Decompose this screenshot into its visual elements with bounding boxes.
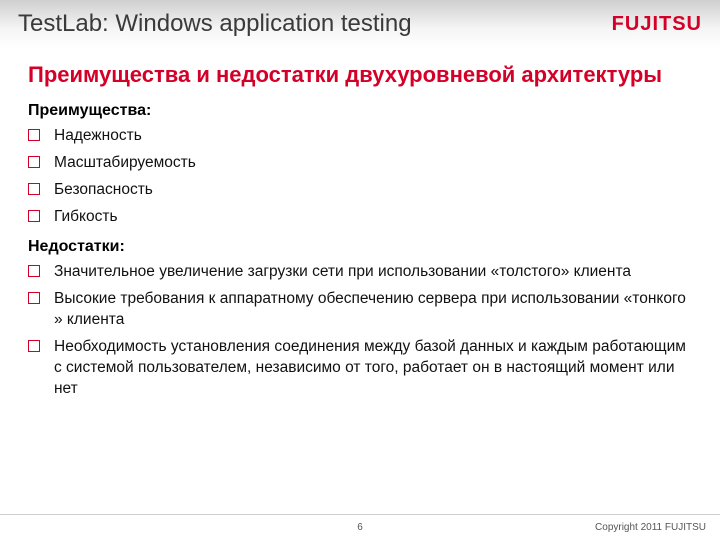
brand-logo: FUJITSU [612,13,702,36]
disadvantages-list: Значительное увеличение загрузки сети пр… [28,262,692,400]
list-item: Высокие требования к аппаратному обеспеч… [28,289,692,331]
bullet-text: Высокие требования к аппаратному обеспеч… [54,289,692,331]
bullet-text: Необходимость установления соединения ме… [54,337,692,400]
advantages-list: Надежность Масштабируемость Безопасность… [28,126,692,228]
page-number: 6 [357,522,363,533]
list-item: Значительное увеличение загрузки сети пр… [28,262,692,283]
slide-footer: 6 Copyright 2011 FUJITSU [0,514,720,540]
bullet-icon [28,210,40,222]
list-item: Гибкость [28,207,692,228]
copyright-text: Copyright 2011 FUJITSU [595,522,706,533]
slide-subtitle: Преимущества и недостатки двухуровневой … [28,62,692,88]
bullet-icon [28,129,40,141]
bullet-text: Надежность [54,126,692,147]
bullet-text: Безопасность [54,180,692,201]
section-heading-disadvantages: Недостатки: [28,238,692,256]
section-heading-advantages: Преимущества: [28,102,692,120]
bullet-icon [28,340,40,352]
bullet-icon [28,183,40,195]
bullet-icon [28,265,40,277]
bullet-text: Значительное увеличение загрузки сети пр… [54,262,692,283]
bullet-icon [28,156,40,168]
list-item: Надежность [28,126,692,147]
list-item: Необходимость установления соединения ме… [28,337,692,400]
bullet-text: Гибкость [54,207,692,228]
slide-header: TestLab: Windows application testing FUJ… [0,0,720,48]
bullet-text: Масштабируемость [54,153,692,174]
bullet-icon [28,292,40,304]
header-title: TestLab: Windows application testing [18,10,412,38]
list-item: Безопасность [28,180,692,201]
slide-content: Преимущества и недостатки двухуровневой … [0,48,720,420]
list-item: Масштабируемость [28,153,692,174]
